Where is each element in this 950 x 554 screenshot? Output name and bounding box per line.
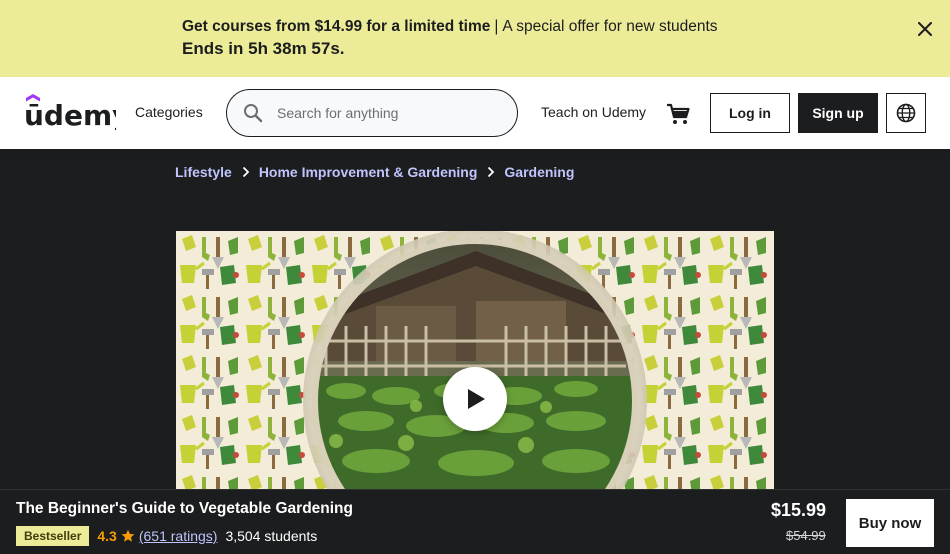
signup-button[interactable]: Sign up xyxy=(798,93,878,133)
current-price: $15.99 xyxy=(771,500,827,520)
ratings-count-link[interactable]: (651 ratings) xyxy=(139,528,218,544)
original-price: $54.99 xyxy=(786,528,826,543)
course-preview-video[interactable] xyxy=(176,231,774,489)
chevron-right-icon xyxy=(487,166,495,178)
promo-text: Get courses from $14.99 for a limited ti… xyxy=(182,16,718,60)
buy-now-button[interactable]: Buy now xyxy=(846,499,934,547)
promo-line: Get courses from $14.99 for a limited ti… xyxy=(182,16,718,38)
chevron-right-icon xyxy=(242,166,250,178)
student-count: 3,504 students xyxy=(225,528,318,544)
close-promo-button[interactable] xyxy=(914,18,936,40)
promo-countdown: Ends in 5h 38m 57s. xyxy=(182,39,345,58)
cart-icon xyxy=(667,103,690,124)
logo-text: ūdemy xyxy=(24,99,116,130)
breadcrumb-lifestyle[interactable]: Lifestyle xyxy=(175,164,232,180)
login-button[interactable]: Log in xyxy=(710,93,790,133)
logo-mark: ūdemy xyxy=(24,94,116,130)
promo-separator: | xyxy=(494,18,499,35)
course-meta: Bestseller 4.3 (651 ratings) 3,504 stude… xyxy=(16,526,317,546)
promo-subtext: A special offer for new students xyxy=(502,18,718,35)
play-button[interactable] xyxy=(443,367,507,431)
search-input[interactable] xyxy=(277,105,497,121)
udemy-logo[interactable]: ūdemy xyxy=(24,94,116,130)
play-icon xyxy=(468,389,485,409)
globe-icon xyxy=(896,103,916,123)
promo-banner: Get courses from $14.99 for a limited ti… xyxy=(0,0,950,77)
breadcrumb: Lifestyle Home Improvement & Gardening G… xyxy=(175,164,574,180)
sticky-purchase-bar: The Beginner's Guide to Vegetable Garden… xyxy=(0,489,950,554)
course-thumbnail-image xyxy=(176,231,774,489)
search-bar[interactable] xyxy=(226,89,518,137)
rating-value: 4.3 xyxy=(97,528,117,544)
star-icon xyxy=(121,529,135,543)
categories-menu[interactable]: Categories xyxy=(135,104,203,120)
site-header: ūdemy Categories Teach on Udemy Log in S… xyxy=(0,77,950,149)
close-icon xyxy=(918,22,932,36)
promo-headline: Get courses from $14.99 for a limited ti… xyxy=(182,18,491,35)
bestseller-badge: Bestseller xyxy=(16,526,90,546)
course-title: The Beginner's Guide to Vegetable Garden… xyxy=(16,500,353,517)
search-icon[interactable] xyxy=(229,103,277,123)
breadcrumb-home-improvement[interactable]: Home Improvement & Gardening xyxy=(259,164,478,180)
language-button[interactable] xyxy=(886,93,926,133)
teach-on-udemy-link[interactable]: Teach on Udemy xyxy=(541,104,646,120)
breadcrumb-gardening[interactable]: Gardening xyxy=(504,164,574,180)
cart-button[interactable] xyxy=(665,101,691,127)
